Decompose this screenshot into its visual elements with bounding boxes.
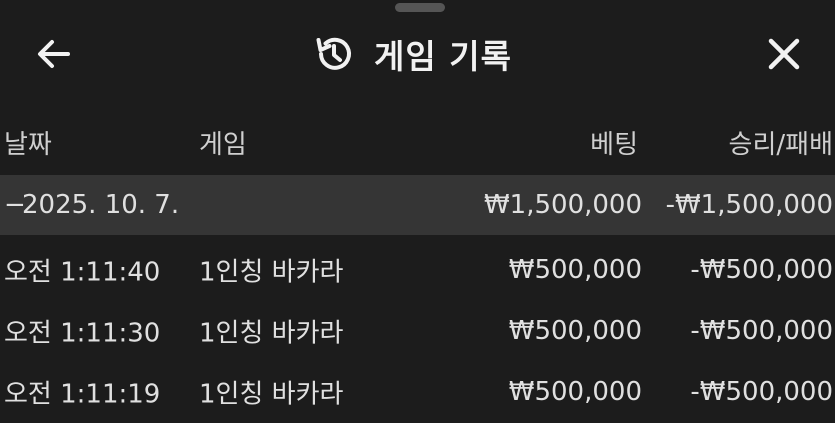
group-win-loss-total: -₩1,500,000 <box>665 190 833 220</box>
close-icon <box>768 38 800 70</box>
row-bet: ₩500,000 <box>508 255 642 285</box>
close-button[interactable] <box>760 32 808 76</box>
column-header-bet: 베팅 <box>590 130 638 160</box>
column-header-win-loss: 승리/패배 <box>728 130 833 160</box>
column-header-date: 날짜 <box>4 130 52 160</box>
game-history-sheet: 게임 기록 날짜 게임 베팅 승리/패배 − 2025. 10. 7. ₩1,5… <box>0 0 835 423</box>
table-row[interactable]: 오전 1:11:30 1인칭 바카라 ₩500,000 -₩500,000 <box>0 301 835 361</box>
row-win-loss: -₩500,000 <box>690 316 833 346</box>
arrow-left-icon <box>38 40 70 68</box>
row-time: 오전 1:11:19 <box>4 379 161 410</box>
row-game: 1인칭 바카라 <box>199 379 344 410</box>
table-row[interactable]: 오전 1:11:40 1인칭 바카라 ₩500,000 -₩500,000 <box>0 240 835 300</box>
history-clock-icon <box>316 37 351 70</box>
header-title-group: 게임 기록 <box>312 32 512 76</box>
row-win-loss: -₩500,000 <box>690 377 833 407</box>
row-time: 오전 1:11:40 <box>4 257 161 288</box>
row-bet: ₩500,000 <box>508 316 642 346</box>
row-time: 오전 1:11:30 <box>4 318 161 349</box>
table-row[interactable]: 오전 1:11:19 1인칭 바카라 ₩500,000 -₩500,000 <box>0 362 835 422</box>
row-bet: ₩500,000 <box>508 377 642 407</box>
column-header-game: 게임 <box>199 130 247 160</box>
date-group-row[interactable]: − 2025. 10. 7. ₩1,500,000 -₩1,500,000 <box>0 175 835 235</box>
drag-handle[interactable] <box>395 3 445 12</box>
page-title: 게임 기록 <box>374 37 512 76</box>
header: 게임 기록 <box>0 18 835 90</box>
row-game: 1인칭 바카라 <box>199 257 344 288</box>
back-button[interactable] <box>30 34 78 74</box>
group-date: 2025. 10. 7. <box>22 190 180 220</box>
row-win-loss: -₩500,000 <box>690 255 833 285</box>
row-game: 1인칭 바카라 <box>199 318 344 349</box>
group-bet-total: ₩1,500,000 <box>483 190 642 220</box>
